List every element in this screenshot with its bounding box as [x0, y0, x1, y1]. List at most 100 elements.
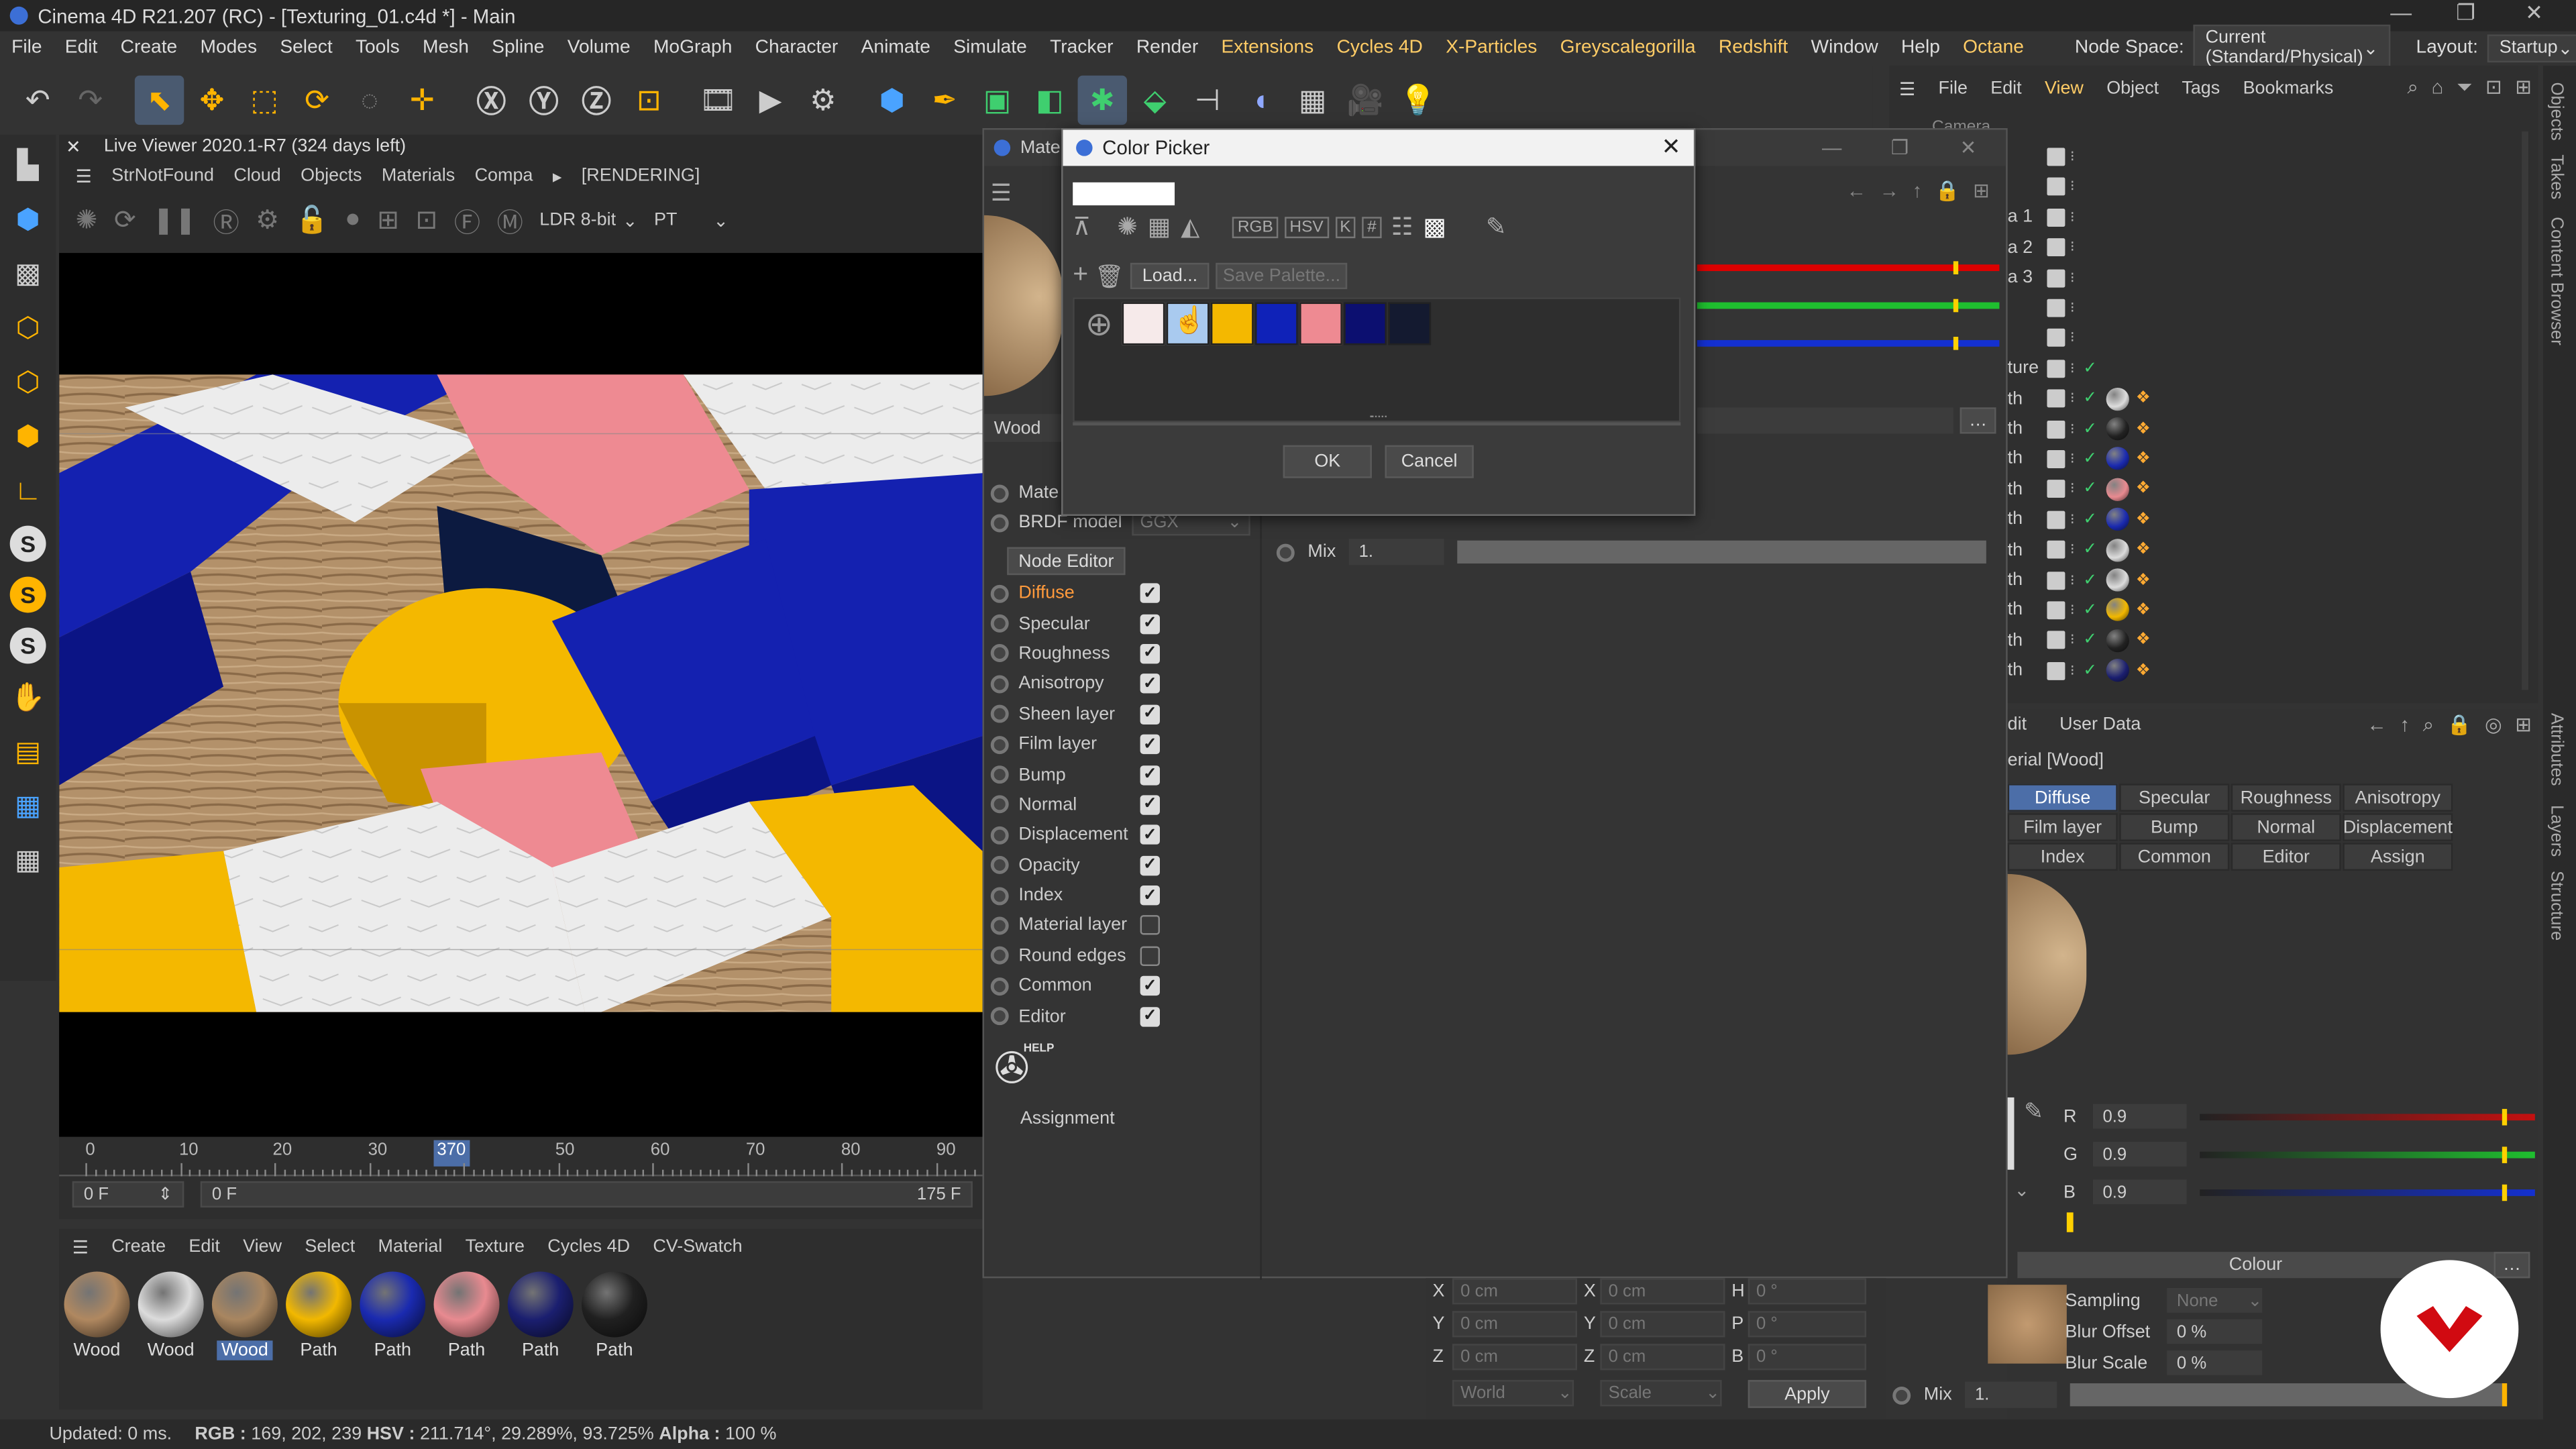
y-axis-lock-icon[interactable]: Ⓨ: [519, 76, 568, 125]
restore-button[interactable]: ❐: [1891, 136, 1909, 159]
camera-icon[interactable]: 🎥: [1340, 76, 1389, 125]
snap-settings-icon[interactable]: S: [9, 576, 46, 613]
add-swatch-icon[interactable]: +: [1073, 261, 1088, 290]
material-menu-create[interactable]: Create: [111, 1237, 166, 1256]
radio-icon[interactable]: [990, 856, 1009, 875]
side-tab-attributes[interactable]: Attributes: [2546, 713, 2566, 786]
user-data-menu[interactable]: User Data: [2059, 714, 2141, 734]
home-icon[interactable]: ⌂: [2432, 76, 2444, 101]
hamburger-icon[interactable]: ☰: [991, 179, 1012, 207]
radio-icon[interactable]: [990, 645, 1009, 663]
radio-icon[interactable]: [990, 947, 1009, 965]
render-view[interactable]: [59, 253, 983, 1137]
blur-offset-field[interactable]: 0 %: [2167, 1319, 2263, 1344]
tab-diffuse[interactable]: Diffuse: [2007, 784, 2118, 812]
frame-range-slider[interactable]: 0 F 175 F: [200, 1181, 973, 1208]
tab-roughness[interactable]: Roughness: [2231, 784, 2341, 812]
menu-modes[interactable]: Modes: [189, 38, 268, 57]
menu-volume[interactable]: Volume: [556, 38, 642, 57]
viewer-refresh-icon[interactable]: ⟳: [114, 204, 136, 237]
texture-tag-icon[interactable]: ❖: [2136, 661, 2151, 680]
sampling-dropdown[interactable]: None ⌄: [2167, 1288, 2263, 1313]
rotate-icon[interactable]: ⟳: [292, 76, 341, 125]
tab-film-layer[interactable]: Film layer: [2007, 813, 2118, 841]
channel-checkbox[interactable]: ✓: [1140, 643, 1160, 664]
lock-icon[interactable]: 🔒: [1935, 179, 1960, 202]
objects-menu-view[interactable]: View: [2045, 79, 2084, 99]
color-mode-rgb[interactable]: RGB: [1232, 216, 1279, 237]
edit-tag-icon[interactable]: [2047, 511, 2065, 529]
node-editor-button[interactable]: Node Editor: [1007, 547, 1126, 576]
texture-tag-icon[interactable]: ❖: [2136, 511, 2151, 529]
menu-simulate[interactable]: Simulate: [942, 38, 1038, 57]
cloner-icon[interactable]: ✱: [1077, 75, 1128, 125]
channel-checkbox[interactable]: ✓: [1140, 583, 1160, 604]
check-icon[interactable]: ✓: [2083, 571, 2097, 589]
color-mode-hsv[interactable]: HSV: [1285, 216, 1329, 237]
visibility-dots-icon[interactable]: ⁝: [2070, 511, 2075, 529]
radio-icon[interactable]: [990, 705, 1009, 724]
back-arrow-icon[interactable]: ←: [2367, 713, 2386, 738]
render-region-icon[interactable]: 🎞: [693, 76, 742, 125]
visibility-dots-icon[interactable]: ⁝: [2070, 360, 2075, 378]
menu-select[interactable]: Select: [268, 38, 344, 57]
visibility-dots-icon[interactable]: ⁝: [2070, 209, 2075, 227]
viewer-material-icon[interactable]: ●: [345, 205, 361, 235]
field-icon[interactable]: ◖: [1236, 76, 1285, 125]
position-z-field[interactable]: 0 cm: [1452, 1344, 1578, 1371]
menu-edit[interactable]: Edit: [54, 38, 109, 57]
mograph-icon[interactable]: ⬙: [1130, 76, 1179, 125]
pen-spline-icon[interactable]: ✒: [920, 76, 969, 125]
tab-normal[interactable]: Normal: [2231, 813, 2341, 841]
tab-common[interactable]: Common: [2119, 843, 2230, 871]
side-tab-takes[interactable]: Takes: [2546, 154, 2566, 199]
viewer-menu-objects[interactable]: Objects: [301, 166, 362, 185]
color-swatch[interactable]: [1388, 302, 1432, 345]
back-arrow-icon[interactable]: ←: [1847, 179, 1866, 202]
objects-menu-object[interactable]: Object: [2106, 79, 2159, 99]
viewer-menu-strnotfound[interactable]: StrNotFound: [111, 166, 214, 185]
objects-menu-edit[interactable]: Edit: [1990, 79, 2021, 99]
radio-icon[interactable]: [990, 513, 1009, 532]
r-value-field[interactable]: 0.9: [2092, 1104, 2188, 1129]
axis-mode-icon[interactable]: ∟: [5, 467, 51, 516]
channel-row[interactable]: Bump ✓: [990, 759, 1279, 790]
channel-row[interactable]: Displacement ✓: [990, 820, 1279, 850]
target-icon[interactable]: ◎: [2485, 713, 2502, 738]
edit-tag-icon[interactable]: [2047, 419, 2065, 438]
add-icon[interactable]: ⊞: [2515, 713, 2532, 738]
material-tag-icon[interactable]: [2106, 598, 2129, 622]
menu-tracker[interactable]: Tracker: [1038, 38, 1125, 57]
visibility-dots-icon[interactable]: ⁝: [2070, 390, 2075, 408]
g-slider[interactable]: [2200, 1146, 2535, 1163]
material-menu-material[interactable]: Material: [378, 1237, 443, 1256]
tab-anisotropy[interactable]: Anisotropy: [2343, 784, 2453, 812]
edit-tag-icon[interactable]: [2047, 268, 2065, 287]
texture-tag-icon[interactable]: ❖: [2136, 390, 2151, 408]
colour-more-button[interactable]: …: [2493, 1252, 2530, 1279]
menu-file[interactable]: File: [0, 38, 54, 57]
edit-tag-icon[interactable]: [2047, 631, 2065, 650]
viewer-clay-icon[interactable]: ⊡: [416, 204, 438, 237]
material-tag-icon[interactable]: [2106, 538, 2129, 561]
radio-icon[interactable]: [990, 614, 1009, 633]
mix-slider[interactable]: [1457, 541, 1987, 564]
channel-row[interactable]: Normal ✓: [990, 790, 1279, 820]
channel-row[interactable]: Diffuse ✓: [990, 578, 1279, 608]
menu-render[interactable]: Render: [1125, 38, 1210, 57]
side-tab-objects[interactable]: Objects: [2546, 82, 2566, 140]
r-slider-knob[interactable]: [2502, 1108, 2507, 1125]
channel-checkbox[interactable]: ✓: [1140, 735, 1160, 755]
visibility-dots-icon[interactable]: ⁝: [2070, 329, 2075, 347]
swatches-icon[interactable]: ▩: [1423, 212, 1446, 241]
channel-row[interactable]: Roughness ✓: [990, 639, 1279, 669]
texture-tag-icon[interactable]: ❖: [2136, 480, 2151, 498]
up-arrow-icon[interactable]: ↑: [1913, 179, 1923, 202]
tab-index[interactable]: Index: [2007, 843, 2118, 871]
radio-icon[interactable]: [990, 826, 1009, 845]
tweak-icon[interactable]: ✋: [5, 674, 51, 722]
material-tag-icon[interactable]: [2106, 568, 2129, 592]
redo-icon[interactable]: ↷: [66, 76, 115, 125]
size-z-field[interactable]: 0 cm: [1600, 1344, 1725, 1371]
check-icon[interactable]: ✓: [2083, 661, 2097, 680]
